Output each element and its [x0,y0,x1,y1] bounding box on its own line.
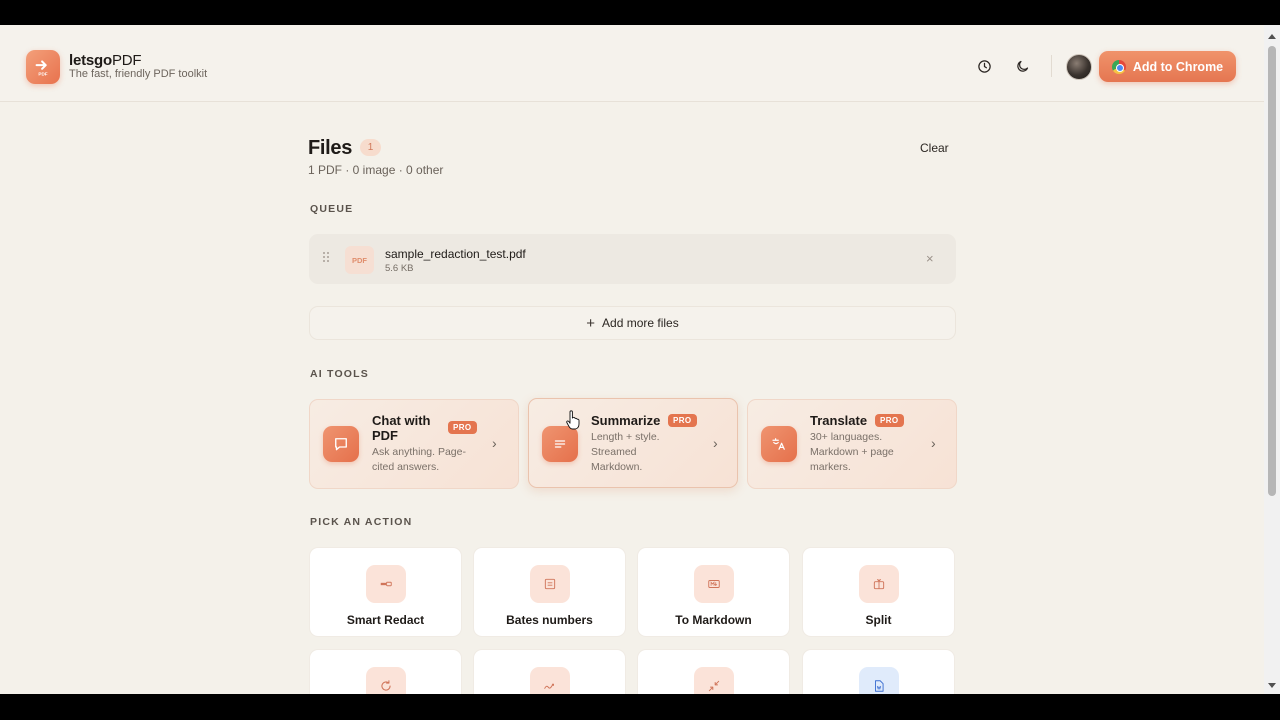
screen-top-bar [0,0,1280,25]
translate-icon [761,426,797,462]
arrow-right-logo-icon: PDF [35,60,48,76]
user-avatar[interactable] [1066,54,1092,80]
add-to-chrome-label: Add to Chrome [1132,59,1224,74]
file-size: 5.6 KB [385,263,414,274]
pro-badge: PRO [448,421,477,434]
action-bates-numbers[interactable]: Bates numbers [473,547,626,637]
brand-name[interactable]: letsgoPDF [69,52,142,69]
pro-badge: PRO [668,414,697,427]
file-count-badge: 1 [360,139,381,156]
redact-icon [366,565,406,603]
split-icon [859,565,899,603]
action-smart-redact[interactable]: Smart Redact [309,547,462,637]
bates-icon [530,565,570,603]
page-scrollbar[interactable] [1264,25,1280,694]
app-logo[interactable]: PDF [26,50,60,84]
ai-tool-title: Translate [810,413,868,428]
files-summary: 1 PDF · 0 image · 0 other [308,163,444,177]
chat-bubble-icon [323,426,359,462]
brand-name-rest: PDF [111,52,142,69]
screen-bottom-bar [0,694,1280,720]
compress-icon [694,667,734,694]
brand-name-bold: letsgo [69,52,112,69]
moon-icon [1016,60,1028,72]
scroll-down-arrow-icon[interactable] [1268,683,1276,688]
action-label: To Markdown [675,613,752,627]
ai-tool-desc-line3: Markdown. [591,461,643,473]
markdown-icon [694,565,734,603]
svg-text:PDF: PDF [38,71,47,76]
add-to-chrome-button[interactable]: Add to Chrome [1099,51,1236,82]
scroll-up-arrow-icon[interactable] [1268,34,1276,39]
ai-tool-translate[interactable]: Translate PRO 30+ languages. Markdown + … [747,399,957,489]
chevron-right-icon: › [931,435,936,451]
word-icon [859,667,899,694]
summary-lines-icon [542,426,578,462]
ai-tools-section-label: AI TOOLS [310,368,369,380]
action-label: Smart Redact [346,613,425,627]
page-viewport: PDF letsgoPDF The fast, friendly PDF too… [0,25,1280,694]
action-to-markdown[interactable]: To Markdown [637,547,790,637]
ai-tool-desc-line1: Length + style. [591,431,660,443]
drag-handle-icon[interactable] [323,252,331,264]
ai-tool-desc-line2: Streamed [591,446,637,458]
history-button[interactable] [972,54,996,78]
page-title: Files [308,137,353,159]
ai-tool-title: Chat with [372,413,431,428]
rotate-icon [366,667,406,694]
ai-tool-desc-line1: Ask anything. Page- [372,446,466,458]
action-sign[interactable] [473,649,626,694]
ai-tool-desc-line2: Markdown + page [810,446,894,458]
ai-tool-desc-line2: cited answers. [372,461,440,473]
ai-tool-desc-line1: 30+ languages. [810,431,883,443]
history-icon [977,59,991,73]
clear-button[interactable]: Clear [920,141,949,155]
app-header: PDF letsgoPDF The fast, friendly PDF too… [0,25,1264,102]
actions-section-label: PICK AN ACTION [310,516,413,528]
hand-cursor-icon [566,410,580,430]
queue-item[interactable]: PDF sample_redaction_test.pdf 5.6 KB × [309,234,956,284]
queue-section-label: QUEUE [310,203,354,215]
action-rotate[interactable] [309,649,462,694]
dark-mode-toggle[interactable] [1010,54,1034,78]
action-label: Split [865,613,892,627]
action-split[interactable]: Split [802,547,955,637]
ai-tool-summarize[interactable]: Summarize PRO Length + style. Streamed M… [528,398,738,488]
brand-tagline: The fast, friendly PDF toolkit [69,68,208,80]
add-more-files-button[interactable]: + Add more files [309,306,956,340]
chrome-icon [1111,59,1126,74]
action-label: Bates numbers [506,613,593,627]
action-compress[interactable] [637,649,790,694]
pro-badge: PRO [875,414,904,427]
chevron-right-icon: › [713,435,718,451]
sign-icon [530,667,570,694]
add-more-files-label: Add more files [602,316,679,330]
action-to-word[interactable] [802,649,955,694]
plus-icon: + [586,314,596,332]
ai-tool-desc-line3: markers. [810,461,851,473]
ai-tool-title: Summarize [591,413,661,428]
remove-file-button[interactable]: × [926,251,934,266]
file-name: sample_redaction_test.pdf [385,247,526,261]
pdf-file-icon: PDF [345,246,374,274]
chevron-right-icon: › [492,435,497,451]
scrollbar-thumb[interactable] [1268,46,1276,496]
header-divider [1051,55,1052,77]
ai-tool-title-line2: PDF [372,428,398,443]
ai-tool-chat-with-pdf[interactable]: Chat with PDF PRO Ask anything. Page- ci… [309,399,519,489]
